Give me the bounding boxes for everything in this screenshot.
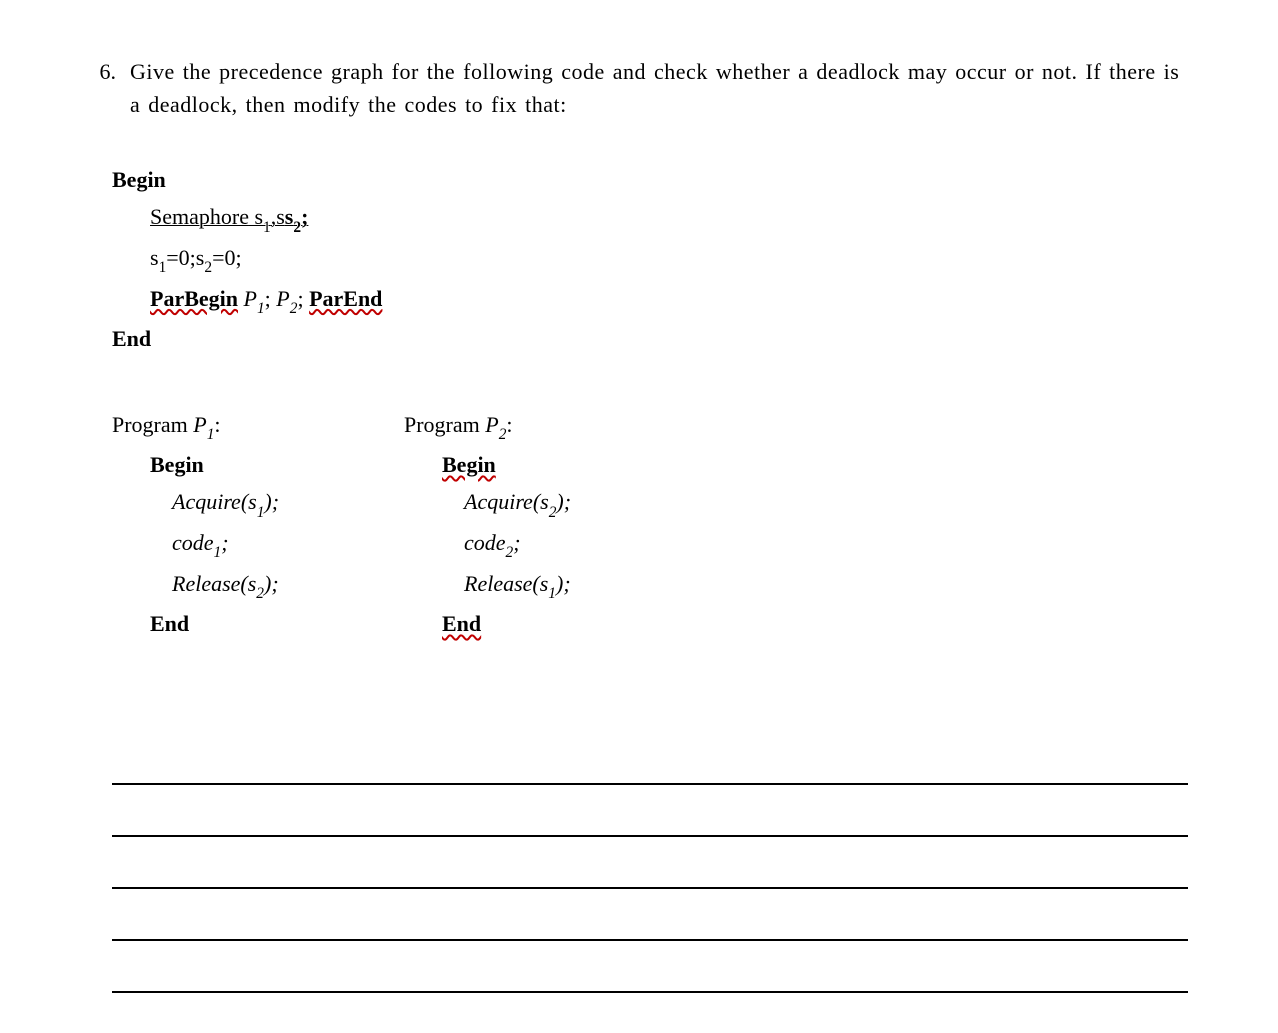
end-keyword: End — [112, 320, 1188, 357]
program-2-acquire: Acquire(s2); — [464, 483, 634, 524]
answer-line-2 — [112, 785, 1188, 837]
answer-line-3 — [112, 837, 1188, 889]
program-1-code: code1; — [172, 524, 342, 565]
parbegin-line: ParBegin P1; P2; ParEnd — [150, 280, 1188, 321]
program-1-end: End — [150, 605, 342, 642]
main-code-block: Begin Semaphore s1,ss2; s1=0;s2=0; ParBe… — [112, 161, 1188, 358]
program-2-release: Release(s1); — [464, 565, 634, 606]
answer-line-4 — [112, 889, 1188, 941]
answer-lines — [112, 733, 1188, 993]
question-wrapper: 6. Give the precedence graph for the fol… — [90, 55, 1188, 993]
program-2: Program P2: Begin Acquire(s2); code2; Re… — [404, 406, 634, 643]
program-2-begin: Begin — [442, 446, 634, 483]
program-1-release: Release(s2); — [172, 565, 342, 606]
program-2-code: code2; — [464, 524, 634, 565]
question-text: Give the precedence graph for the follow… — [130, 55, 1188, 121]
programs-row: Program P1: Begin Acquire(s1); code1; Re… — [112, 406, 1188, 643]
question-content: Give the precedence graph for the follow… — [130, 55, 1188, 993]
parbegin-keyword: ParBegin — [150, 286, 238, 311]
program-1-begin: Begin — [150, 446, 342, 483]
program-2-header: Program P2: — [404, 406, 634, 447]
program-1-header: Program P1: — [112, 406, 342, 447]
program-1-acquire: Acquire(s1); — [172, 483, 342, 524]
program-2-end: End — [442, 605, 634, 642]
parend-keyword: ParEnd — [309, 286, 382, 311]
answer-line-5 — [112, 941, 1188, 993]
semaphore-declaration: Semaphore s1,ss2; — [150, 198, 1188, 239]
begin-keyword: Begin — [112, 161, 1188, 198]
program-1: Program P1: Begin Acquire(s1); code1; Re… — [112, 406, 342, 643]
semaphore-init: s1=0;s2=0; — [150, 239, 1188, 280]
semaphore-label: Semaphore s1,ss2; — [150, 204, 308, 229]
answer-line-1 — [112, 733, 1188, 785]
